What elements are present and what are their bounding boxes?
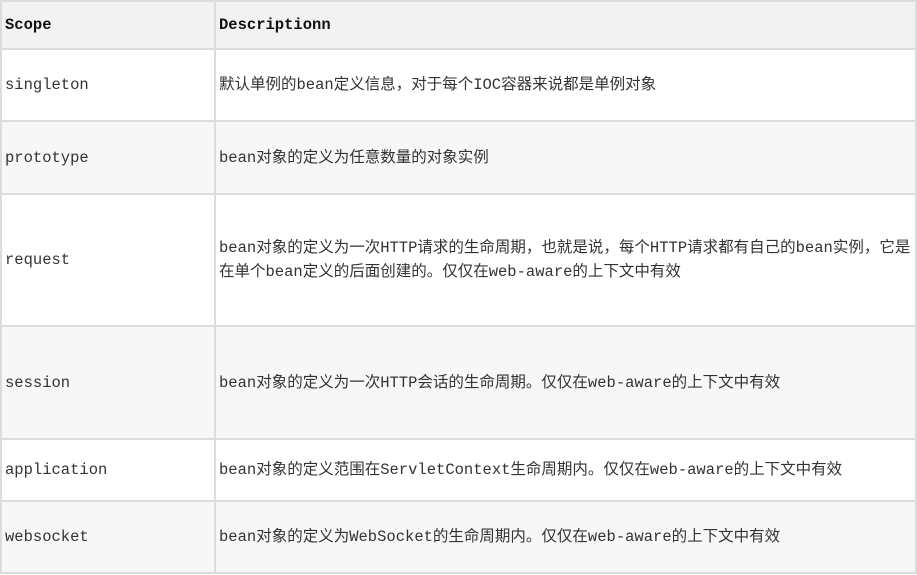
table-row: prototype bean对象的定义为任意数量的对象实例 — [0, 120, 917, 195]
header-row: Scope Descriptionn — [0, 0, 917, 50]
table-row: websocket bean对象的定义为WebSocket的生命周期内。仅仅在w… — [0, 500, 917, 574]
scope-cell: websocket — [0, 500, 216, 574]
scope-cell: application — [0, 438, 216, 502]
description-cell: bean对象的定义为一次HTTP请求的生命周期，也就是说，每个HTTP请求都有自… — [214, 193, 917, 327]
header-scope: Scope — [0, 0, 216, 50]
description-cell: bean对象的定义范围在ServletContext生命周期内。仅仅在web-a… — [214, 438, 917, 502]
description-cell: 默认单例的bean定义信息，对于每个IOC容器来说都是单例对象 — [214, 48, 917, 122]
scope-cell: session — [0, 325, 216, 440]
description-cell: bean对象的定义为任意数量的对象实例 — [214, 120, 917, 195]
table-row: session bean对象的定义为一次HTTP会话的生命周期。仅仅在web-a… — [0, 325, 917, 440]
scope-cell: singleton — [0, 48, 216, 122]
table-row: request bean对象的定义为一次HTTP请求的生命周期，也就是说，每个H… — [0, 193, 917, 327]
header-description: Descriptionn — [214, 0, 917, 50]
description-cell: bean对象的定义为一次HTTP会话的生命周期。仅仅在web-aware的上下文… — [214, 325, 917, 440]
table-row: application bean对象的定义范围在ServletContext生命… — [0, 438, 917, 502]
scope-table: Scope Descriptionn singleton 默认单例的bean定义… — [0, 0, 917, 574]
table-row: singleton 默认单例的bean定义信息，对于每个IOC容器来说都是单例对… — [0, 48, 917, 122]
scope-cell: prototype — [0, 120, 216, 195]
scope-cell: request — [0, 193, 216, 327]
description-cell: bean对象的定义为WebSocket的生命周期内。仅仅在web-aware的上… — [214, 500, 917, 574]
